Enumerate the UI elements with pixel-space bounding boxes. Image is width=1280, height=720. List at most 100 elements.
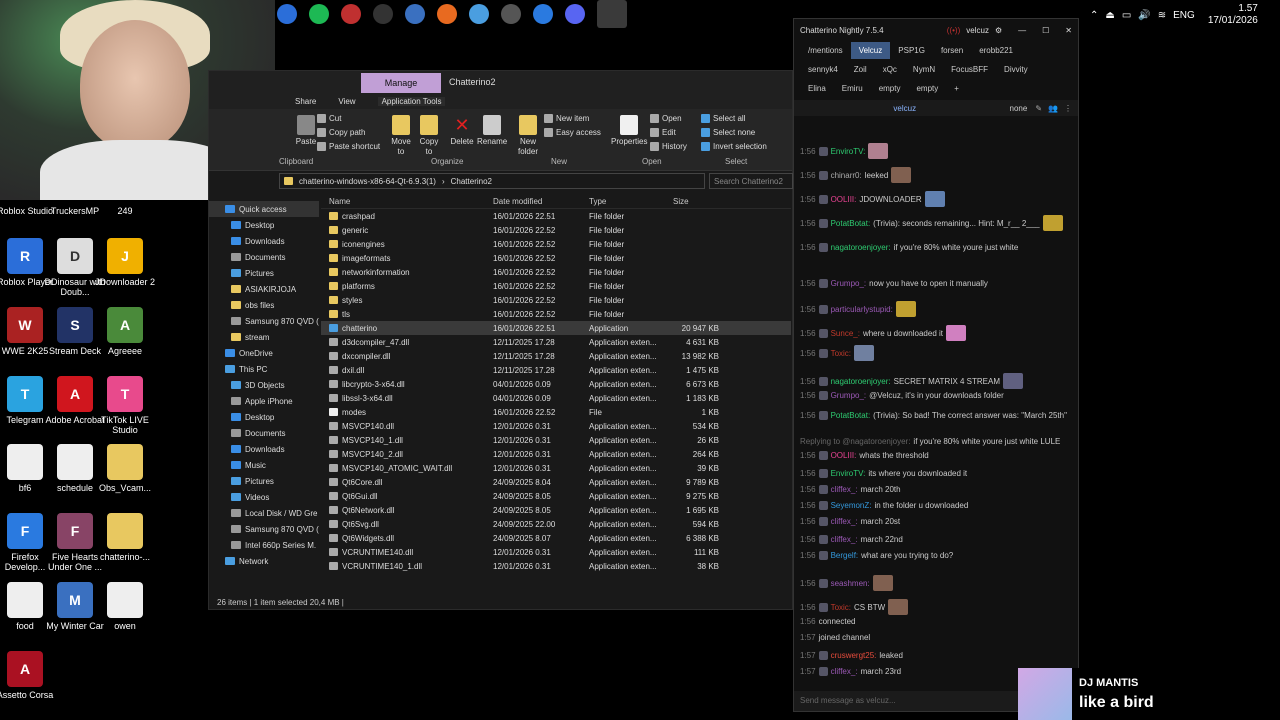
firefox-icon[interactable] <box>437 4 457 24</box>
history-button[interactable]: History <box>650 142 687 151</box>
nav-item[interactable]: Samsung 870 QVD ( <box>209 521 319 537</box>
breadcrumb-folder-1[interactable]: chatterino-windows-x86-64-Qt-6.9.3(1) <box>299 177 436 186</box>
message-username[interactable]: Toxic: <box>831 349 851 358</box>
message-username[interactable]: nagatoroenjoyer: <box>831 377 891 386</box>
address-bar[interactable]: chatterino-windows-x86-64-Qt-6.9.3(1) › … <box>279 173 705 189</box>
nav-item[interactable]: Quick access <box>209 201 319 217</box>
maximize-icon[interactable]: ☐ <box>1042 26 1049 35</box>
chat-tab[interactable]: forsen <box>933 42 971 59</box>
file-row[interactable]: networkinformation 16/01/2026 22.52 File f… <box>321 265 791 279</box>
obs-icon-2[interactable] <box>501 4 521 24</box>
chat-message[interactable]: 1:56 cliffex_: march 22nd <box>800 535 1070 544</box>
nav-item[interactable]: Local Disk / WD Gre <box>209 505 319 521</box>
select-none-button[interactable]: Select none <box>701 128 755 137</box>
clock[interactable]: 1.57 17/01/2026 <box>1208 3 1258 27</box>
column-date[interactable]: Date modified <box>493 197 589 206</box>
chat-message[interactable]: 1:56 OOLIII: whats the threshold <box>800 451 1070 460</box>
file-row[interactable]: modes 16/01/2026 22.52 File 1 KB <box>321 405 791 419</box>
file-row[interactable]: dxil.dll 12/11/2025 17.28 Application exte… <box>321 363 791 377</box>
file-row[interactable]: chatterino 16/01/2026 22.51 Application 20 … <box>321 321 791 335</box>
properties-button[interactable]: Properties <box>611 115 647 147</box>
paste-button[interactable]: Paste <box>293 115 319 147</box>
tab-share[interactable]: Share <box>295 97 316 106</box>
message-username[interactable]: Toxic: <box>831 603 851 612</box>
chat-message[interactable]: 1:56 Bergelf: what are you trying to do? <box>800 551 1070 560</box>
copy-to-button[interactable]: Copy to <box>417 115 441 157</box>
desktop-icon[interactable]: owen <box>92 582 158 631</box>
app-icon[interactable] <box>469 4 489 24</box>
tab-application-tools[interactable]: Application Tools <box>377 96 446 106</box>
nav-item[interactable]: Intel 660p Series M. <box>209 537 319 553</box>
column-size[interactable]: Size <box>669 197 719 206</box>
file-row[interactable]: platforms 16/01/2026 22.52 File folder <box>321 279 791 293</box>
new-folder-button[interactable]: New folder <box>514 115 542 157</box>
nav-item[interactable]: Desktop <box>209 217 319 233</box>
chat-message[interactable]: 1:56 Grumpo_: @Velcuz, it's in your downlo… <box>800 391 1070 400</box>
column-type[interactable]: Type <box>589 197 669 206</box>
nav-item[interactable]: Pictures <box>209 473 319 489</box>
message-username[interactable]: OOLIII: <box>831 195 857 204</box>
chat-message[interactable]: 1:56 PotatBotat: (Trivia): So bad! The cor… <box>800 411 1070 420</box>
message-username[interactable]: cliffex_: <box>831 485 858 494</box>
open-button[interactable]: Open <box>650 114 682 123</box>
chat-user[interactable]: velcuz <box>966 26 989 35</box>
chat-tab[interactable]: Divvity <box>996 61 1036 78</box>
chat-tab[interactable]: empty <box>871 80 909 97</box>
spotify-icon[interactable] <box>309 4 329 24</box>
chatterino-icon[interactable] <box>405 4 425 24</box>
chat-message[interactable]: 1:56 particularlystupid: <box>800 301 1070 317</box>
chat-tab[interactable]: FocusBFF <box>943 61 996 78</box>
chat-message[interactable]: 1:56 Toxic: CS BTW <box>800 599 1070 615</box>
file-row[interactable]: MSVCP140_1.dll 12/01/2026 0.31 Application… <box>321 433 791 447</box>
message-username[interactable]: cliffex_: <box>831 517 858 526</box>
chat-message[interactable]: 1:56 connected <box>800 617 1070 626</box>
edit-button[interactable]: Edit <box>650 128 676 137</box>
nav-item[interactable]: Videos <box>209 489 319 505</box>
chat-message[interactable]: 1:56 Sunce_: where u downloaded it <box>800 325 1070 341</box>
nav-item[interactable]: This PC <box>209 361 319 377</box>
desktop-icon[interactable]: T TikTok LIVE Studio <box>92 376 158 435</box>
invert-selection-button[interactable]: Invert selection <box>701 142 767 151</box>
file-row[interactable]: MSVCP140_ATOMIC_WAIT.dll 12/01/2026 0.31 A… <box>321 461 791 475</box>
delete-button[interactable]: ✕ Delete <box>449 115 475 147</box>
desktop-icon[interactable]: A Agreeee <box>92 307 158 356</box>
chat-tab[interactable]: erobb221 <box>971 42 1021 59</box>
file-row[interactable]: VCRUNTIME140.dll 12/01/2026 0.31 Applicati… <box>321 545 791 559</box>
easy-access-button[interactable]: Easy access <box>544 128 601 137</box>
file-row[interactable]: Qt6Network.dll 24/09/2025 8.05 Application… <box>321 503 791 517</box>
breadcrumb-folder-2[interactable]: Chatterino2 <box>451 177 492 186</box>
file-row[interactable]: dxcompiler.dll 12/11/2025 17.28 Applicatio… <box>321 349 791 363</box>
chat-tab[interactable]: Zoil <box>846 61 875 78</box>
chat-tab[interactable]: NymN <box>905 61 943 78</box>
message-username[interactable]: cruswergt25: <box>831 651 877 660</box>
message-username[interactable]: PotatBotat: <box>831 411 871 420</box>
file-row[interactable]: styles 16/01/2026 22.52 File folder <box>321 293 791 307</box>
message-username[interactable]: SeyemonZ: <box>831 501 872 510</box>
chat-message[interactable]: 1:56 seashmen: <box>800 575 1070 591</box>
keyboard-language[interactable]: ENG <box>1173 10 1195 21</box>
file-row[interactable]: d3dcompiler_47.dll 12/11/2025 17.28 Applic… <box>321 335 791 349</box>
desktop-icon[interactable]: Obs_Vcam... <box>92 444 158 493</box>
chat-message[interactable]: 1:56 chinarr0: leeked <box>800 167 1070 183</box>
discord-icon[interactable] <box>565 4 585 24</box>
nav-item[interactable]: 3D Objects <box>209 377 319 393</box>
file-row[interactable]: Qt6Widgets.dll 24/09/2025 8.07 Application… <box>321 531 791 545</box>
sound-icon[interactable] <box>341 4 361 24</box>
chat-tab[interactable]: empty <box>908 80 946 97</box>
file-row[interactable]: iconengines 16/01/2026 22.52 File folder <box>321 237 791 251</box>
chat-tab[interactable]: Velcuz <box>850 42 891 59</box>
tab-view[interactable]: View <box>338 97 355 106</box>
message-username[interactable]: Replying to @nagatoroenjoyer: <box>800 437 910 446</box>
file-row[interactable]: Qt6Core.dll 24/09/2025 8.04 Application ex… <box>321 475 791 489</box>
chevron-up-icon[interactable]: ⌃ <box>1090 10 1098 21</box>
more-icon[interactable]: ⋮ <box>1064 104 1072 113</box>
copy-path-button[interactable]: Copy path <box>317 128 365 137</box>
file-row[interactable]: Qt6Svg.dll 24/09/2025 22.00 Application ex… <box>321 517 791 531</box>
file-row[interactable]: libssl-3-x64.dll 04/01/2026 0.09 Applicati… <box>321 391 791 405</box>
search-input[interactable]: Search Chatterino2 <box>709 173 793 189</box>
chat-tab[interactable]: Elina <box>800 80 834 97</box>
file-row[interactable]: MSVCP140.dll 12/01/2026 0.31 Application e… <box>321 419 791 433</box>
nav-item[interactable]: ASIAKIRJOJA <box>209 281 319 297</box>
message-username[interactable]: particularlystupid: <box>831 305 893 314</box>
message-username[interactable]: EnviroTV: <box>831 469 866 478</box>
